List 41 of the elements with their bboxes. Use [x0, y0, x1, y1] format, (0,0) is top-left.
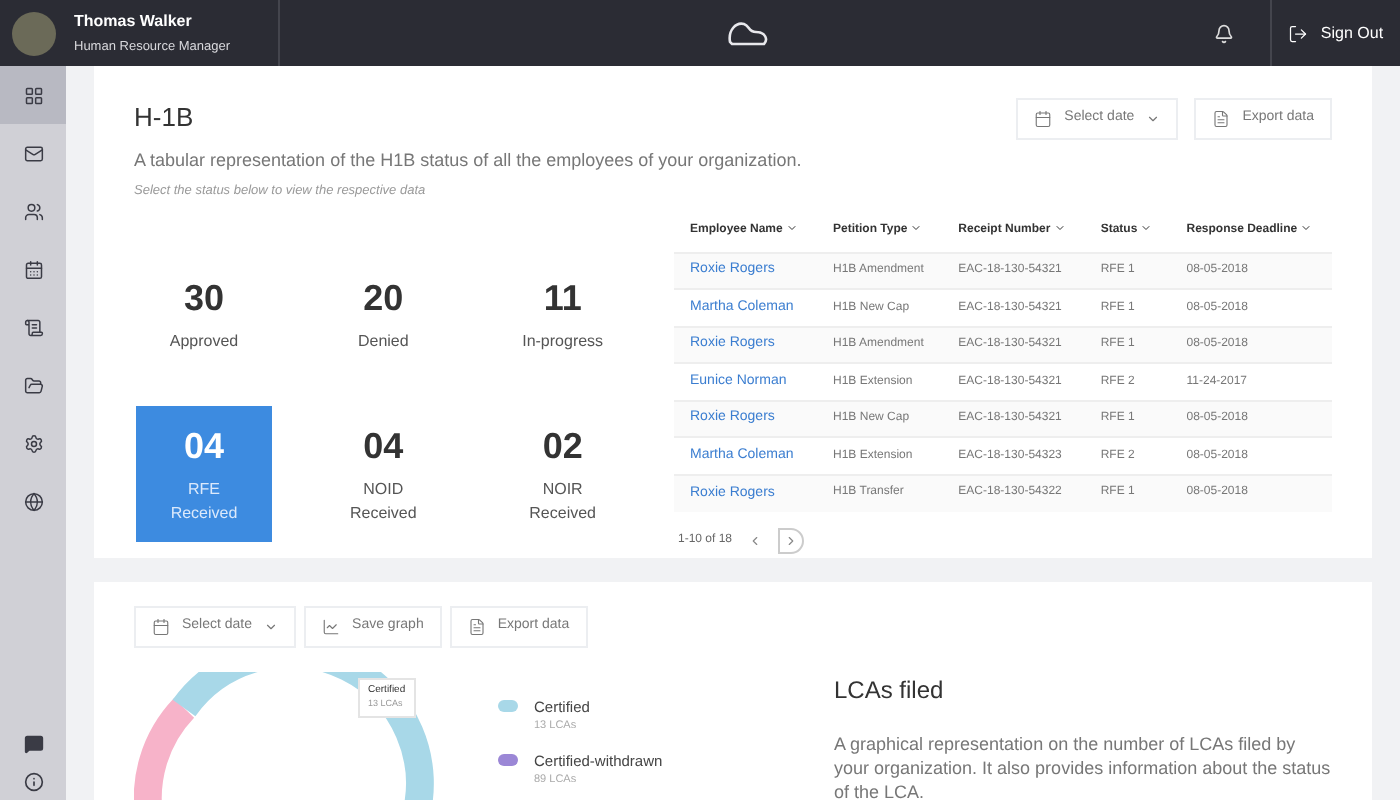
status-tile[interactable]: 11 In-progress — [494, 245, 631, 382]
card-title: H-1B — [134, 100, 194, 136]
calendar-icon — [23, 259, 43, 279]
users-icon — [23, 201, 43, 221]
sign-out-button[interactable]: Sign Out — [1272, 0, 1400, 66]
next-page-icon — [784, 533, 799, 548]
status-tile[interactable]: 04 RFE Received — [136, 405, 272, 542]
sidebar-item[interactable] — [0, 66, 66, 124]
card-description: A tabular representation of the H1B status of all the employees of your organization. — [134, 147, 804, 174]
chat-icon[interactable] — [23, 734, 43, 754]
avatar — [11, 11, 55, 55]
status-tile[interactable]: 02 NOIR Received — [494, 405, 631, 542]
document-icon — [23, 317, 43, 337]
caret-icon — [264, 619, 279, 634]
user-name: Thomas Walker — [74, 9, 194, 34]
folder-icon — [23, 375, 43, 395]
lca-description: A graphical representation on the number of LCAs filed by your organization. It also provides information about the status of the LCA. — [834, 732, 1332, 800]
sign-out-icon — [1288, 23, 1309, 43]
file-icon — [467, 617, 486, 636]
notification-icon[interactable] — [1214, 23, 1234, 43]
globe-icon — [23, 491, 43, 511]
status-tile[interactable]: 20 Denied — [315, 245, 452, 382]
mail-icon — [23, 143, 43, 163]
sort-icon — [786, 222, 799, 235]
calendar-icon — [1034, 109, 1053, 128]
chart-icon — [322, 617, 341, 636]
settings-icon — [23, 433, 43, 453]
caret-icon — [1146, 111, 1161, 126]
dashboard-icon — [23, 85, 43, 105]
logo-icon — [723, 18, 771, 48]
sort-icon — [1140, 222, 1153, 235]
status-tile[interactable]: 04 NOID Received — [315, 405, 452, 542]
previous-page-icon[interactable] — [748, 533, 763, 548]
sort-icon — [910, 222, 923, 235]
file-icon — [1212, 109, 1231, 128]
lca-title: LCAs filed — [834, 674, 946, 708]
sort-icon — [1300, 222, 1313, 235]
sort-icon — [1053, 222, 1066, 235]
status-tile[interactable]: 30 Approved — [136, 245, 272, 382]
info-icon[interactable] — [23, 772, 43, 792]
calendar-icon — [152, 617, 170, 636]
